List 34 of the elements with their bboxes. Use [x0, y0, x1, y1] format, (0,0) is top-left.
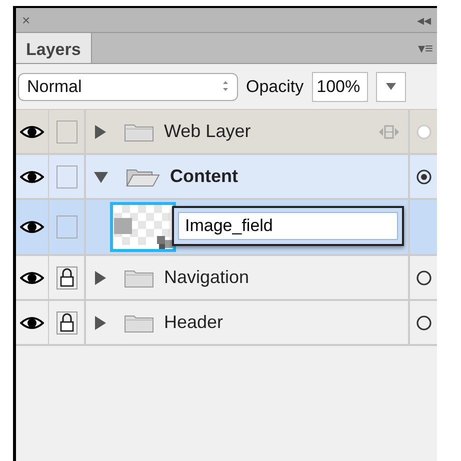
lock-toggle[interactable] [56, 164, 78, 188]
link-slider-icon [378, 125, 400, 140]
stepper-icon [222, 80, 229, 92]
layer-name: Navigation [164, 266, 250, 289]
target-radio[interactable] [416, 270, 432, 286]
opacity-dropdown-button[interactable] [376, 72, 406, 102]
blend-mode-select[interactable]: Normal [18, 72, 238, 100]
target-radio[interactable] [416, 168, 432, 184]
layer-thumbnail[interactable] [110, 202, 176, 252]
collapse-button[interactable]: ◂◂ [417, 13, 431, 27]
layer-name: Header [164, 311, 224, 334]
expand-arrow-icon[interactable] [94, 316, 106, 330]
lock-icon[interactable] [56, 310, 78, 334]
layer-name: Content [170, 165, 238, 188]
close-button[interactable]: × [22, 13, 30, 27]
layer-name: Web Layer [164, 120, 251, 143]
expand-arrow-icon[interactable] [94, 124, 106, 138]
opacity-field[interactable]: 100% [312, 72, 368, 102]
lock-icon[interactable] [56, 266, 78, 290]
caret-icon [386, 82, 396, 90]
expand-arrow-icon[interactable] [94, 170, 108, 182]
open-folder-icon [126, 167, 160, 188]
expand-arrow-icon[interactable] [94, 270, 106, 284]
opacity-label: Opacity [246, 76, 304, 98]
folder-icon [124, 122, 154, 142]
panel-tab[interactable]: Layers [16, 33, 92, 63]
folder-icon [124, 268, 154, 288]
panel-menu-button[interactable]: ▾≡ [414, 33, 437, 63]
eye-icon[interactable] [20, 218, 44, 236]
target-radio[interactable] [416, 314, 432, 330]
folder-icon [124, 313, 154, 334]
lock-toggle[interactable] [56, 120, 78, 144]
lock-toggle[interactable] [56, 215, 78, 239]
rename-field[interactable]: Image_field [172, 206, 404, 246]
